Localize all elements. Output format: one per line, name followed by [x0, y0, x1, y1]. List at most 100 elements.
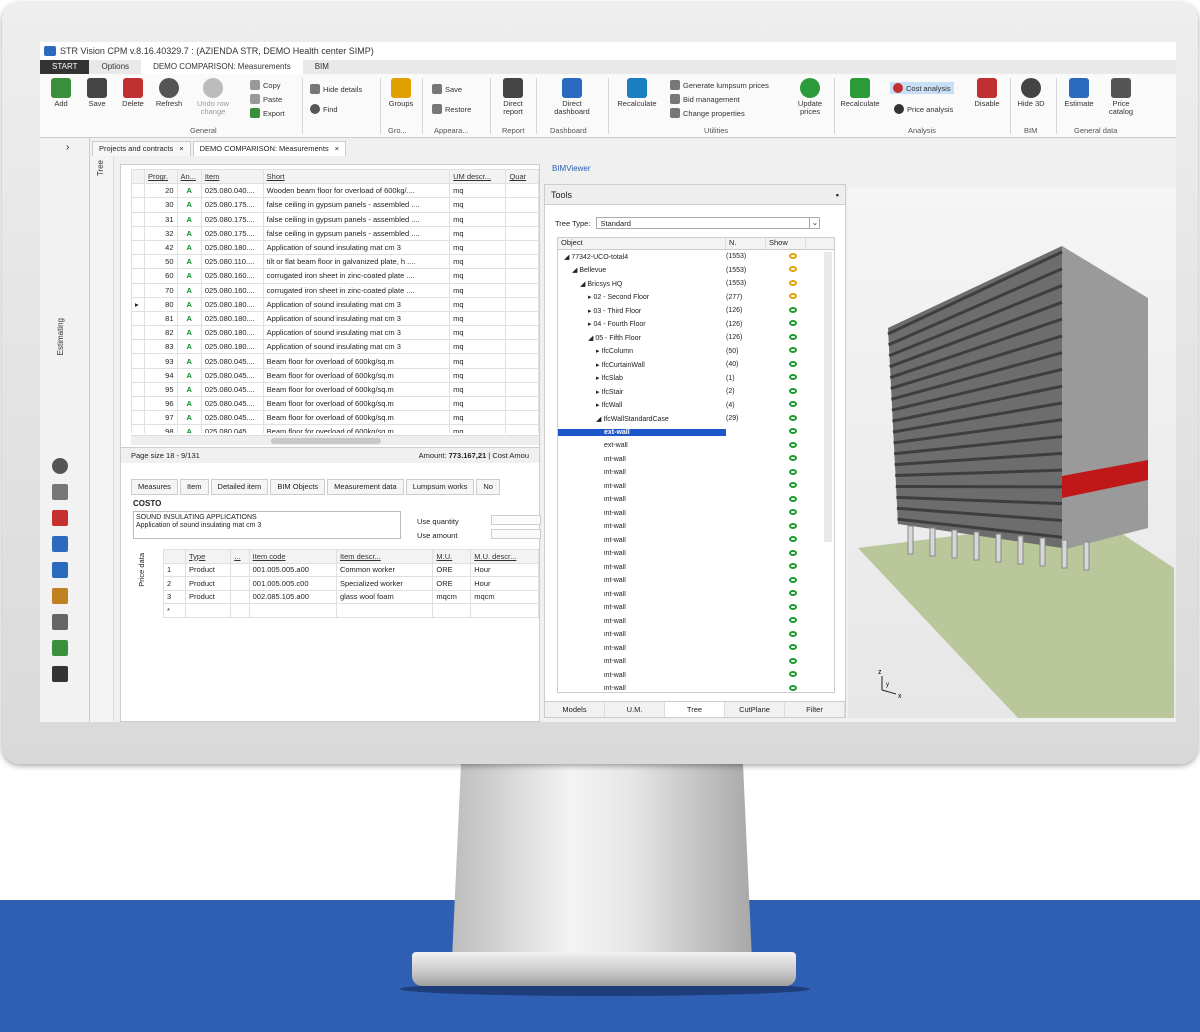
table-cell[interactable]	[470, 603, 539, 618]
row-selector[interactable]	[131, 183, 145, 199]
restore-button[interactable]: Restore	[432, 104, 471, 114]
table-cell[interactable]: A	[176, 239, 202, 256]
visibility-toggle[interactable]	[778, 522, 808, 531]
table-cell[interactable]: Beam floor for overload of 600kg/sq.m	[262, 424, 451, 433]
tree-node[interactable]: ▸ IfcColumn (50)	[558, 345, 834, 359]
table-cell[interactable]: 025.080.110....	[200, 254, 264, 270]
chart-icon[interactable]	[52, 510, 68, 526]
tree-node[interactable]: int-wall	[558, 642, 834, 656]
table-cell[interactable]: Application of sound insulating mat cm 3	[262, 239, 451, 256]
visibility-toggle[interactable]	[778, 536, 808, 544]
tree-node[interactable]: ▸ 02 - Second Floor (277)	[558, 291, 834, 305]
tree-node[interactable]: ◢ 77342-UCO-total4 (1553)	[558, 250, 834, 264]
chevron-down-icon[interactable]: ⌄	[809, 218, 819, 228]
tree-node[interactable]: int-wall	[558, 493, 834, 507]
table-cell[interactable]	[505, 353, 539, 369]
table-cell[interactable]: A	[176, 381, 202, 398]
visibility-toggle[interactable]	[778, 293, 808, 301]
table-cell[interactable]: Beam floor for overload of 600kg/sq.m	[262, 381, 451, 398]
row-selector[interactable]	[131, 339, 145, 355]
visibility-toggle[interactable]	[778, 549, 808, 558]
table-cell[interactable]: 025.080.045....	[200, 410, 264, 426]
use-quantity-field[interactable]	[491, 515, 541, 525]
gear-icon[interactable]	[52, 458, 68, 474]
table-cell[interactable]: false ceiling in gypsum panels - assembl…	[262, 197, 451, 213]
table-cell[interactable]: 42	[144, 239, 178, 256]
detail-tab[interactable]: Lumpsum works	[405, 479, 475, 495]
undo-button[interactable]: Undo row change	[196, 78, 230, 116]
export-button[interactable]: Export	[250, 108, 285, 118]
tab-measurements[interactable]: DEMO COMPARISON: Measurements ×	[192, 141, 347, 156]
table-cell[interactable]: Beam floor for overload of 600kg/sq.m	[262, 410, 451, 426]
tree-node[interactable]: int-wall	[558, 588, 834, 602]
table-row[interactable]: 32 A 025.080.175.... false ceiling in gypsu…	[131, 225, 539, 241]
table-cell[interactable]: 32	[144, 225, 178, 241]
table-cell[interactable]: 60	[144, 268, 178, 284]
visibility-toggle[interactable]	[778, 333, 808, 342]
table-row[interactable]: 3 Product 002.085.105.a00 glass wool foam mq…	[163, 589, 539, 604]
visibility-toggle[interactable]	[778, 684, 808, 692]
table-cell[interactable]: A	[176, 254, 202, 270]
estimate-icon[interactable]	[52, 536, 68, 552]
table-cell[interactable]: mq	[449, 282, 507, 298]
table-cell[interactable]	[505, 225, 539, 241]
table-cell[interactable]: 001.005.005.c00	[248, 576, 337, 591]
table-cell[interactable]: 94	[144, 367, 178, 383]
table-cell[interactable]: 82	[144, 325, 178, 341]
visibility-toggle[interactable]	[778, 428, 808, 436]
table-cell[interactable]: 025.080.175....	[200, 225, 264, 241]
table-row[interactable]: 95 A 025.080.045.... Beam floor for overloa…	[131, 381, 539, 398]
table-cell[interactable]	[335, 603, 434, 618]
save-button[interactable]: Save	[80, 78, 114, 108]
table-cell[interactable]	[230, 576, 250, 591]
add-button[interactable]: Add	[44, 78, 78, 108]
table-cell[interactable]: 025.080.045....	[200, 353, 264, 369]
row-selector[interactable]	[131, 410, 145, 426]
table-cell[interactable]: Application of sound insulating mat cm 3	[262, 296, 451, 312]
table-cell[interactable]: false ceiling in gypsum panels - assembl…	[262, 211, 451, 227]
tree-node[interactable]: int-wall	[558, 453, 834, 467]
col-show[interactable]: Show	[766, 238, 806, 249]
direct-report-button[interactable]: Direct report	[496, 78, 530, 116]
table-cell[interactable]: mq	[449, 339, 507, 355]
table-row[interactable]: 50 A 025.080.110.... tilt or flat beam floo…	[131, 254, 539, 270]
table-cell[interactable]: mq	[449, 367, 507, 383]
table-cell[interactable]: Beam floor for overload of 600kg/sq.m	[262, 353, 451, 369]
visibility-toggle[interactable]	[778, 252, 808, 261]
table-cell[interactable]: A	[176, 268, 202, 284]
table-cell[interactable]: A	[176, 197, 202, 213]
horizontal-scrollbar[interactable]	[131, 435, 539, 445]
table-row[interactable]: 81 A 025.080.180.... Application of sound i…	[131, 310, 539, 327]
table-row[interactable]: 2 Product 001.005.005.c00 Specialized worke…	[163, 576, 539, 591]
table-cell[interactable]	[505, 239, 539, 256]
refresh-button[interactable]: Refresh	[152, 78, 186, 108]
table-cell[interactable]: 025.080.180....	[200, 296, 264, 312]
table-cell[interactable]: corrugated iron sheet in zinc-coated pla…	[262, 268, 451, 284]
row-selector[interactable]: ▸	[131, 296, 145, 312]
table-cell[interactable]: 025.080.180....	[200, 339, 264, 355]
table-cell[interactable]: 50	[144, 254, 178, 270]
table-cell[interactable]: 025.080.180....	[200, 239, 264, 256]
table-row[interactable]: 93 A 025.080.045.... Beam floor for overloa…	[131, 353, 539, 369]
table-cell[interactable]	[505, 381, 539, 398]
close-icon[interactable]: ×	[179, 144, 183, 154]
table-cell[interactable]	[505, 197, 539, 213]
visibility-toggle[interactable]	[778, 563, 808, 571]
table-cell[interactable]: mq	[449, 395, 507, 412]
tree-node[interactable]: int-wall	[558, 601, 834, 615]
table-row[interactable]: 42 A 025.080.180.... Application of sound i…	[131, 239, 539, 256]
table-cell[interactable]: mq	[449, 197, 507, 213]
tree-node[interactable]: int-wall	[558, 534, 834, 548]
costo-description[interactable]: SOUND INSULATING APPLICATIONS Applicatio…	[133, 511, 401, 539]
menu-measurements[interactable]: DEMO COMPARISON: Measurements	[141, 60, 303, 74]
building-icon[interactable]	[52, 484, 68, 500]
tree-node[interactable]: ▸ 03 - Third Floor (126)	[558, 304, 834, 318]
table-cell[interactable]: A	[176, 225, 202, 241]
table-cell[interactable]	[505, 296, 539, 312]
table-cell[interactable]: 70	[144, 282, 178, 298]
visibility-toggle[interactable]	[778, 414, 808, 423]
table-cell[interactable]: 025.080.175....	[200, 197, 264, 213]
visibility-toggle[interactable]	[778, 603, 808, 612]
tree-node[interactable]: int-wall	[558, 561, 834, 575]
table-cell[interactable]: Wooden beam floor for overload of 600kg/…	[262, 183, 451, 199]
